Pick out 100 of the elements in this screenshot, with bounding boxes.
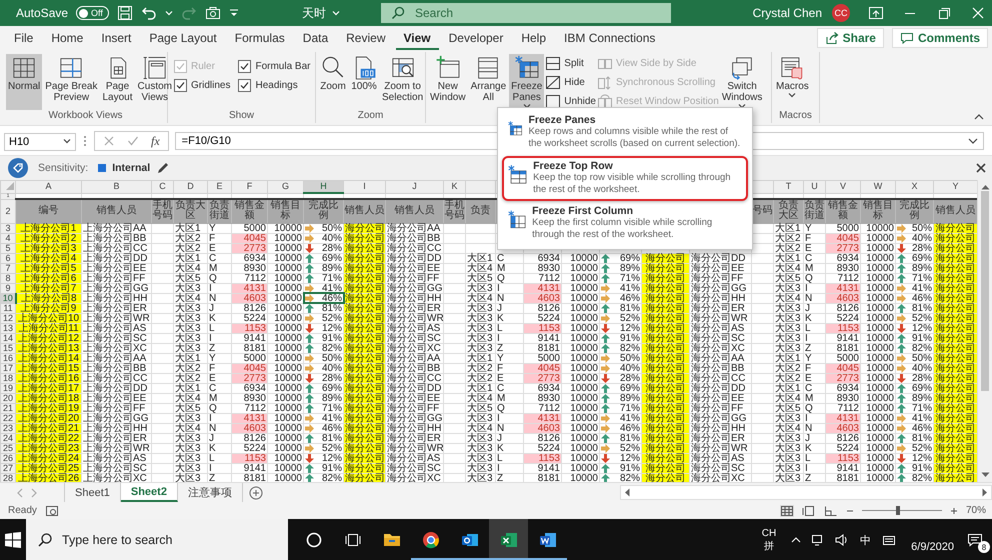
ribbon-button[interactable]: Custom Views xyxy=(136,54,174,110)
share-button[interactable]: Share xyxy=(816,28,884,48)
input-language[interactable]: CH xyxy=(762,528,776,538)
vertical-scrollbar[interactable] xyxy=(977,180,992,482)
row-header[interactable]: 14 xyxy=(0,333,16,343)
add-sheet-icon[interactable] xyxy=(248,486,263,500)
row-header[interactable]: 5 xyxy=(0,243,16,253)
row-header[interactable]: 26 xyxy=(0,453,16,463)
row-header[interactable]: 19 xyxy=(0,383,16,393)
restore-icon[interactable] xyxy=(936,6,952,20)
zoom-level[interactable]: 70% xyxy=(966,505,986,516)
row-header[interactable]: 25 xyxy=(0,443,16,453)
checkbox[interactable] xyxy=(238,79,252,92)
ribbon-button[interactable]: Normal xyxy=(6,54,42,110)
ribbon-tab[interactable]: Review xyxy=(338,26,394,50)
macro-record-icon[interactable] xyxy=(44,504,59,516)
windows-logo-icon[interactable] xyxy=(5,532,21,548)
ribbon-button[interactable]: Switch Windows xyxy=(720,54,764,110)
column-header[interactable]: U xyxy=(804,180,826,193)
ribbon-tab[interactable]: IBM Connections xyxy=(556,26,664,50)
zoom-slider[interactable] xyxy=(862,506,942,515)
camera-icon[interactable] xyxy=(204,5,221,21)
ribbon-button[interactable]: New Window xyxy=(428,54,468,110)
ribbon-button[interactable]: 100% xyxy=(349,54,379,110)
zoom-in-icon[interactable] xyxy=(950,506,958,514)
column-header[interactable]: Y xyxy=(934,180,977,193)
normal-view-icon[interactable] xyxy=(780,504,794,516)
row-header[interactable]: 4 xyxy=(0,233,16,243)
column-header[interactable]: D xyxy=(174,180,208,193)
ribbon-button[interactable]: Split xyxy=(545,55,596,72)
row-header[interactable]: 20 xyxy=(0,393,16,403)
ribbon-display-icon[interactable] xyxy=(868,6,884,20)
row-header[interactable]: 17 xyxy=(0,363,16,373)
column-header[interactable]: G xyxy=(268,180,304,193)
name-box[interactable]: H10 xyxy=(4,133,76,151)
row-header[interactable]: 22 xyxy=(0,413,16,423)
search-field[interactable]: Search xyxy=(381,3,671,23)
row-header[interactable]: 11 xyxy=(0,303,16,313)
checkbox[interactable] xyxy=(174,79,187,92)
taskbar-search-field[interactable]: Type here to search xyxy=(26,519,288,560)
column-header[interactable]: W xyxy=(860,180,896,193)
column-header[interactable]: J xyxy=(386,180,444,193)
column-header[interactable]: T xyxy=(774,180,804,193)
row-header[interactable]: 3 xyxy=(0,223,16,233)
date[interactable]: 6/9/2020 xyxy=(911,541,954,553)
ribbon-button[interactable]: Macros xyxy=(774,54,811,110)
row-header[interactable]: 13 xyxy=(0,323,16,333)
speaker-icon[interactable] xyxy=(835,534,850,546)
column-header[interactable]: E xyxy=(208,180,232,193)
row-header[interactable]: 23 xyxy=(0,423,16,433)
row-header[interactable]: 21 xyxy=(0,403,16,413)
column-header[interactable]: V xyxy=(826,180,860,193)
comments-button[interactable]: Comments xyxy=(892,28,988,48)
menu-item[interactable]: Freeze Panes Keep rows and columns visible while the rest of the worksheet scrolls (based on current selection). xyxy=(502,110,748,156)
notifications-button[interactable]: 8 xyxy=(962,528,988,552)
row-header[interactable]: 15 xyxy=(0,343,16,353)
ribbon-tab[interactable]: File xyxy=(6,26,42,50)
ribbon-tab[interactable]: Home xyxy=(43,26,92,50)
menu-item[interactable]: Freeze First Column Keep the first column visible while scrolling through the rest of the worksheet. xyxy=(502,201,748,248)
row-header[interactable]: 10 xyxy=(0,293,16,303)
ribbon-tab[interactable]: Developer xyxy=(440,26,512,50)
ribbon-button[interactable]: Zoom to Selection xyxy=(380,54,426,110)
ribbon-button[interactable]: Freeze Panes xyxy=(509,54,544,110)
page-break-view-icon[interactable] xyxy=(824,504,838,516)
column-header[interactable]: H xyxy=(304,180,344,193)
row-header[interactable]: 7 xyxy=(0,263,16,273)
caret-icon[interactable] xyxy=(63,138,71,144)
row-header[interactable]: 27 xyxy=(0,463,16,473)
ribbon-button[interactable]: Page Layout xyxy=(100,54,135,110)
page-layout-view-icon[interactable] xyxy=(802,504,816,516)
row-header[interactable]: 18 xyxy=(0,373,16,383)
column-header[interactable]: X xyxy=(896,180,934,193)
scroll-down-icon[interactable] xyxy=(980,472,990,478)
drag-handle-icon[interactable] xyxy=(82,134,88,148)
row-header[interactable]: 12 xyxy=(0,313,16,323)
insert-function-button[interactable]: fx xyxy=(151,134,160,148)
caret-icon[interactable] xyxy=(788,92,796,98)
close-icon[interactable] xyxy=(976,163,986,173)
chevron-up-icon[interactable] xyxy=(791,536,802,544)
menu-item[interactable]: Freeze Top Row Keep the top row visible while scrolling through the rest of the worksheet. xyxy=(502,156,748,202)
scroll-right-icon[interactable] xyxy=(982,488,988,497)
checkbox[interactable] xyxy=(238,60,252,73)
undo-icon[interactable] xyxy=(140,5,157,21)
row-header[interactable]: 2 xyxy=(0,199,16,223)
column-header[interactable]: A xyxy=(16,180,82,193)
input-method[interactable]: 拼 xyxy=(764,538,774,552)
close-icon[interactable] xyxy=(970,6,986,20)
autosave-toggle[interactable]: Off xyxy=(76,6,109,20)
ribbon-tab[interactable]: Formulas xyxy=(226,26,293,50)
row-header[interactable]: 16 xyxy=(0,353,16,363)
ime-mode[interactable]: 中 xyxy=(860,532,872,548)
column-header[interactable]: F xyxy=(232,180,268,193)
customize-menu-icon[interactable] xyxy=(228,7,239,19)
ribbon-button[interactable]: Arrange All xyxy=(468,54,508,110)
edit-icon[interactable] xyxy=(156,161,170,175)
scroll-left-icon[interactable] xyxy=(624,488,630,497)
column-header[interactable]: K xyxy=(444,180,466,193)
column-header[interactable]: C xyxy=(152,180,174,193)
collapse-ribbon-icon[interactable] xyxy=(974,113,984,121)
ribbon-tab[interactable]: Help xyxy=(513,26,554,50)
